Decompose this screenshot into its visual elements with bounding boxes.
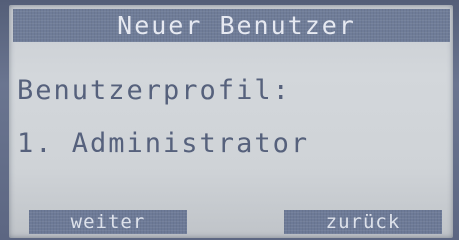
next-softkey[interactable]: weiter (29, 210, 187, 234)
title-bar: Neuer Benutzer (13, 9, 450, 42)
lcd-display: Neuer Benutzer Benutzerprofil: 1. Admini… (9, 5, 453, 238)
screen-title: Neuer Benutzer (117, 11, 356, 40)
device-frame: Neuer Benutzer Benutzerprofil: 1. Admini… (0, 0, 459, 240)
next-softkey-label: weiter (70, 210, 146, 233)
back-softkey-label: zurück (325, 210, 401, 233)
back-softkey[interactable]: zurück (284, 210, 442, 234)
profile-option-selected[interactable]: 1. Administrator (17, 130, 309, 157)
profile-label: Benutzerprofil: (17, 75, 291, 106)
